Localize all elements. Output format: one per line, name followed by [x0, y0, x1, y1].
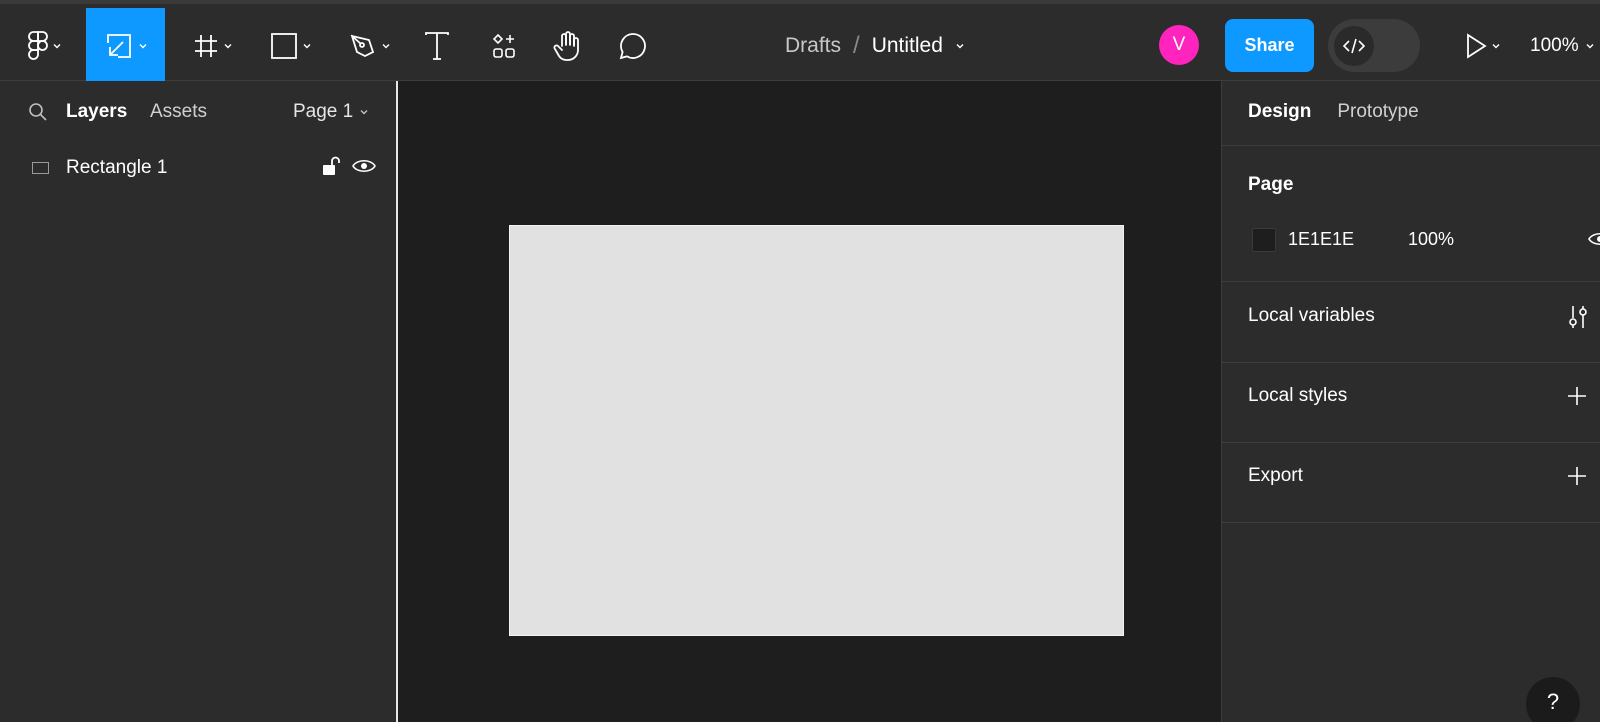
properties-tabs: Design Prototype [1248, 101, 1419, 123]
rectangle-tool-icon [270, 33, 297, 59]
move-tool-button[interactable] [86, 8, 165, 84]
present-button[interactable] [1458, 8, 1508, 84]
page-fill-opacity[interactable]: 100% [1408, 229, 1454, 250]
figma-logo-icon [28, 31, 48, 60]
chevron-down-icon [1586, 44, 1594, 49]
chevron-down-icon [382, 44, 390, 49]
page-fill-row: 1E1E1E 100% [1248, 226, 1600, 256]
page-selector-label: Page 1 [293, 101, 354, 122]
local-variables-title: Local variables [1248, 305, 1375, 326]
resources-tool-button[interactable] [486, 8, 522, 84]
hand-tool-icon [553, 31, 579, 61]
divider [1222, 522, 1600, 523]
tab-prototype[interactable]: Prototype [1337, 101, 1418, 123]
divider [1222, 442, 1600, 443]
properties-panel: Design Prototype Page 1E1E1E 100% Local … [1221, 81, 1600, 722]
zoom-control[interactable]: 100% [1530, 8, 1595, 84]
eye-icon[interactable] [1588, 231, 1600, 247]
breadcrumb-separator: / [853, 32, 860, 59]
divider [1222, 281, 1600, 282]
move-tool-icon [106, 34, 131, 58]
layers-panel-header: Layers Assets Page 1 [0, 81, 396, 143]
divider [1222, 362, 1600, 363]
file-title[interactable]: Untitled [872, 34, 943, 58]
divider [1222, 145, 1600, 146]
chevron-down-icon [360, 110, 368, 115]
add-style-icon[interactable] [1567, 386, 1587, 406]
export-title: Export [1248, 465, 1303, 486]
hand-tool-button[interactable] [550, 8, 586, 84]
dev-mode-knob [1334, 26, 1374, 66]
layer-row[interactable]: Rectangle 1 [0, 148, 396, 188]
tab-design[interactable]: Design [1248, 101, 1311, 123]
help-button[interactable]: ? [1526, 677, 1580, 722]
breadcrumb-drafts[interactable]: Drafts [785, 34, 841, 58]
shape-tool-button[interactable] [263, 8, 318, 84]
rectangle-layer-icon [32, 162, 49, 174]
pen-tool-button[interactable] [344, 8, 396, 84]
local-styles-title: Local styles [1248, 385, 1348, 406]
page-section-title: Page [1248, 174, 1294, 195]
layer-name: Rectangle 1 [66, 157, 168, 178]
unlock-icon[interactable] [322, 155, 340, 177]
chevron-down-icon [1492, 44, 1500, 49]
add-export-icon[interactable] [1567, 466, 1587, 486]
play-icon [1467, 33, 1487, 59]
zoom-label: 100% [1530, 35, 1579, 56]
text-tool-icon [425, 32, 449, 60]
chevron-down-icon [303, 44, 310, 49]
comment-tool-button[interactable] [616, 8, 650, 84]
code-icon [1343, 38, 1365, 54]
search-icon[interactable] [28, 102, 48, 122]
comment-icon [619, 33, 646, 60]
file-menu-chevron-icon[interactable] [955, 41, 965, 51]
pen-tool-icon [350, 34, 375, 58]
breadcrumb: Drafts / Untitled [785, 8, 965, 84]
resources-icon [492, 33, 515, 58]
page-fill-swatch[interactable] [1252, 228, 1276, 252]
chevron-down-icon [139, 44, 146, 49]
chevron-down-icon [53, 44, 61, 49]
tab-assets[interactable]: Assets [150, 101, 207, 123]
layers-panel: Layers Assets Page 1 Rectangle 1 [0, 81, 398, 722]
frame-tool-button[interactable] [185, 8, 240, 84]
frame-tool-icon [194, 35, 217, 57]
canvas[interactable] [398, 81, 1221, 722]
rectangle-1-shape[interactable] [510, 226, 1123, 635]
share-button[interactable]: Share [1225, 19, 1314, 72]
text-tool-button[interactable] [420, 8, 454, 84]
page-fill-hex[interactable]: 1E1E1E [1288, 229, 1354, 250]
main-menu-button[interactable] [18, 8, 72, 84]
avatar[interactable]: V [1159, 25, 1199, 65]
eye-icon[interactable] [352, 158, 376, 174]
dev-mode-toggle[interactable] [1328, 19, 1420, 72]
page-selector[interactable]: Page 1 [293, 101, 369, 123]
toolbar: Drafts / Untitled V Share 100% [0, 0, 1600, 84]
chevron-down-icon [224, 44, 231, 49]
variables-settings-icon[interactable] [1567, 304, 1589, 330]
tab-layers[interactable]: Layers [66, 101, 127, 123]
